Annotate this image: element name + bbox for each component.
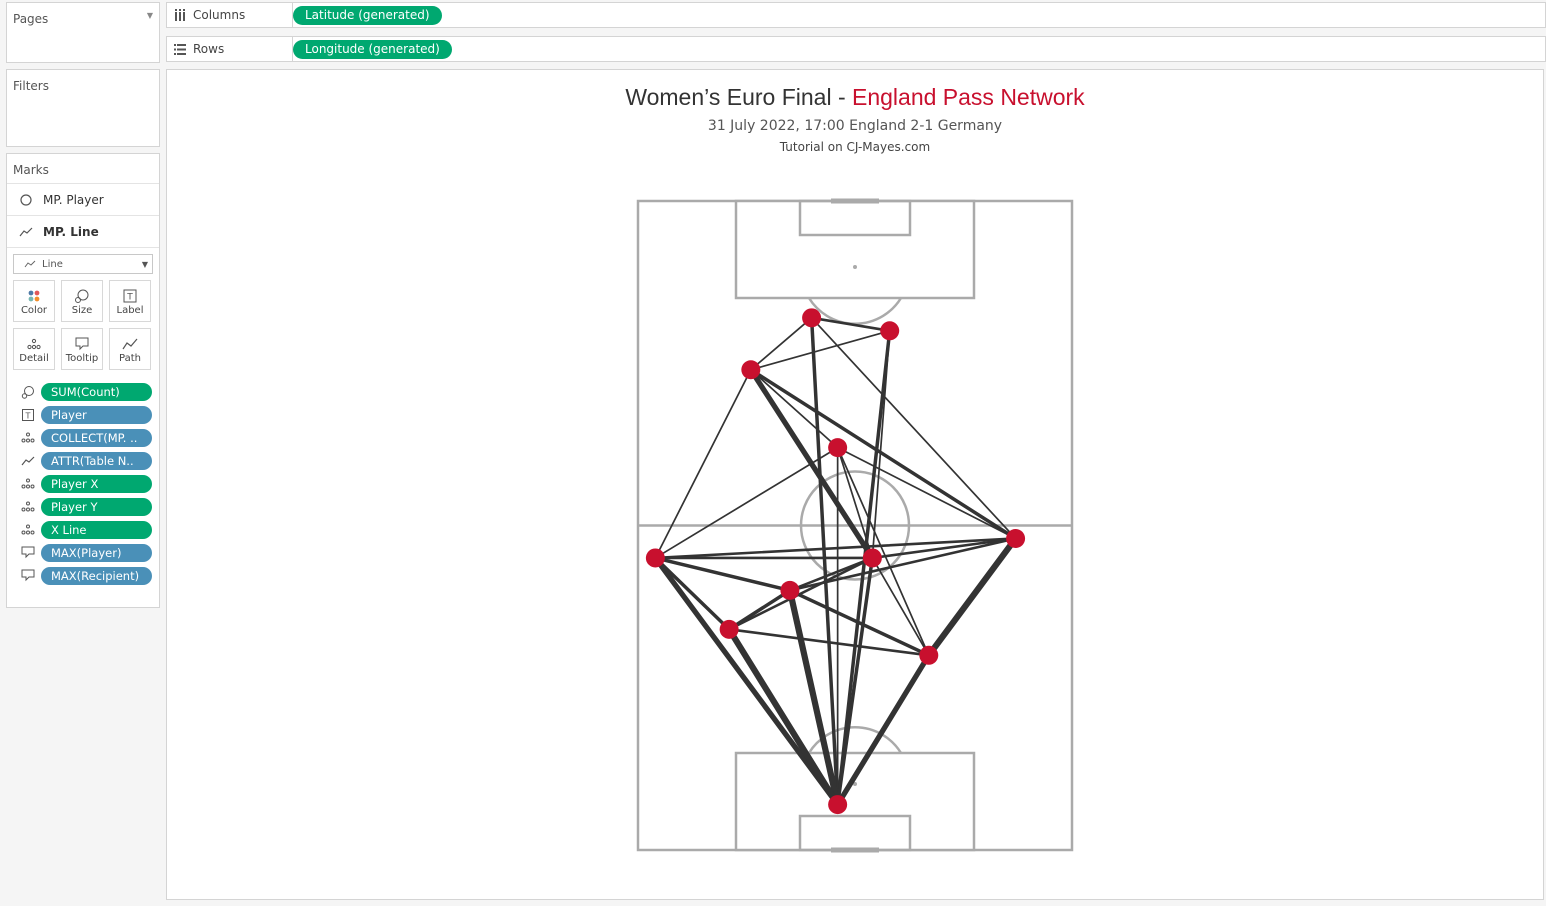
detail-icon: [27, 335, 41, 353]
tooltip-icon: [21, 569, 35, 583]
size-icon: [74, 287, 90, 305]
marks-pill-row[interactable]: Player X: [7, 472, 159, 495]
player-node: [919, 645, 939, 665]
filters-title: Filters: [13, 79, 49, 93]
label-icon: T: [123, 287, 137, 305]
rows-icon: [173, 43, 187, 55]
field-pill[interactable]: COLLECT(MP. ..: [41, 428, 152, 447]
bottom-penalty-box: [734, 751, 976, 852]
rows-shelf[interactable]: Rows Longitude (generated): [166, 36, 1546, 62]
size-button[interactable]: Size: [61, 280, 103, 322]
player-node: [880, 321, 900, 341]
detail-icon: [21, 477, 35, 491]
marks-layer-player[interactable]: MP. Player: [7, 184, 159, 216]
chevron-down-icon: ▼: [141, 260, 148, 269]
field-pill[interactable]: Player: [41, 405, 152, 424]
field-pill[interactable]: X Line: [41, 520, 152, 539]
pass-line: [836, 446, 874, 559]
marks-pill-row[interactable]: SUM(Count): [7, 380, 159, 403]
marks-pill-row[interactable]: T Player: [7, 403, 159, 426]
detail-label: Detail: [19, 352, 49, 364]
circle-icon: [19, 193, 33, 207]
color-label: Color: [20, 304, 48, 316]
tooltip-label: Tooltip: [65, 352, 99, 364]
top-penalty-box: [734, 199, 976, 300]
player-node: [719, 619, 739, 639]
label-button[interactable]: T Label: [109, 280, 151, 322]
field-pill[interactable]: Player X: [41, 474, 152, 493]
tooltip-button[interactable]: Tooltip: [61, 328, 103, 370]
pass-line: [654, 537, 1017, 560]
field-pill[interactable]: MAX(Player): [41, 543, 152, 562]
columns-icon: [173, 9, 187, 21]
color-icon: [27, 287, 41, 305]
detail-icon: [21, 431, 35, 445]
left-panel: Pages ▼ Filters Marks MP. Player MP. Lin…: [0, 0, 166, 906]
pass-line: [727, 588, 792, 632]
field-pill[interactable]: Player Y: [41, 497, 152, 516]
pass-network-chart[interactable]: [167, 70, 1543, 899]
player-node: [828, 438, 848, 458]
layer-label: MP. Line: [43, 224, 99, 239]
marks-pill-row[interactable]: X Line: [7, 518, 159, 541]
tooltip-icon: [21, 546, 35, 560]
path-label: Path: [119, 352, 141, 364]
player-node: [862, 548, 882, 568]
chevron-down-icon[interactable]: ▼: [147, 11, 153, 20]
color-button[interactable]: Color: [13, 280, 55, 322]
marks-pill-row[interactable]: MAX(Recipient): [7, 564, 159, 587]
marks-pill-row[interactable]: MAX(Player): [7, 541, 159, 564]
path-icon: [122, 335, 138, 353]
player-node: [645, 548, 665, 568]
player-node: [741, 360, 761, 380]
rows-shelf-label: Rows: [167, 37, 293, 61]
marks-pill-list: SUM(Count) T Player COLLECT(MP. .. ATTR(Tabl…: [7, 380, 159, 587]
marks-title: Marks: [7, 154, 159, 184]
mark-type-dropdown[interactable]: Line ▼: [13, 254, 153, 274]
columns-label: Columns: [193, 8, 246, 22]
rows-label: Rows: [193, 42, 225, 56]
latitude-pill[interactable]: Latitude (generated): [293, 5, 442, 25]
columns-shelf-label: Columns: [167, 3, 293, 27]
longitude-pill[interactable]: Longitude (generated): [293, 39, 452, 59]
field-pill[interactable]: SUM(Count): [41, 382, 152, 401]
marks-layer-line[interactable]: MP. Line: [7, 216, 159, 248]
size-label: Size: [71, 304, 93, 316]
layer-label: MP. Player: [43, 192, 104, 207]
detail-icon: [21, 500, 35, 514]
marks-pill-row[interactable]: COLLECT(MP. ..: [7, 426, 159, 449]
label-icon: T: [21, 408, 35, 422]
top-penalty-spot: [853, 265, 857, 269]
pass-line: [749, 329, 891, 371]
player-node: [802, 308, 822, 328]
field-pill[interactable]: MAX(Recipient): [41, 566, 152, 585]
marks-pill-row[interactable]: Player Y: [7, 495, 159, 518]
path-button[interactable]: Path: [109, 328, 151, 370]
line-icon: [19, 225, 33, 239]
marks-card: Marks MP. Player MP. Line Line ▼ Color S…: [6, 153, 160, 608]
svg-text:T: T: [25, 411, 31, 420]
viz-canvas[interactable]: Women’s Euro Final - England Pass Networ…: [166, 69, 1544, 900]
player-node: [1006, 528, 1026, 548]
size-icon: [21, 385, 35, 399]
pass-line: [871, 329, 891, 559]
detail-button[interactable]: Detail: [13, 328, 55, 370]
pitch-lines: [636, 198, 1074, 853]
marks-pill-row[interactable]: ATTR(Table N..: [7, 449, 159, 472]
line-icon: [24, 260, 36, 268]
mark-type-value: Line: [42, 258, 63, 270]
filters-card[interactable]: Filters: [6, 69, 160, 147]
path-icon: [21, 454, 35, 468]
tooltip-icon: [75, 335, 89, 353]
columns-shelf[interactable]: Columns Latitude (generated): [166, 2, 1546, 28]
field-pill[interactable]: ATTR(Table N..: [41, 451, 152, 470]
pages-card[interactable]: Pages ▼: [6, 2, 160, 63]
label-label: Label: [116, 304, 144, 316]
player-node: [828, 795, 848, 815]
player-node: [780, 580, 800, 600]
detail-icon: [21, 523, 35, 537]
pass-edges: [652, 316, 1019, 808]
pages-title: Pages: [13, 12, 49, 26]
svg-text:T: T: [126, 292, 133, 302]
